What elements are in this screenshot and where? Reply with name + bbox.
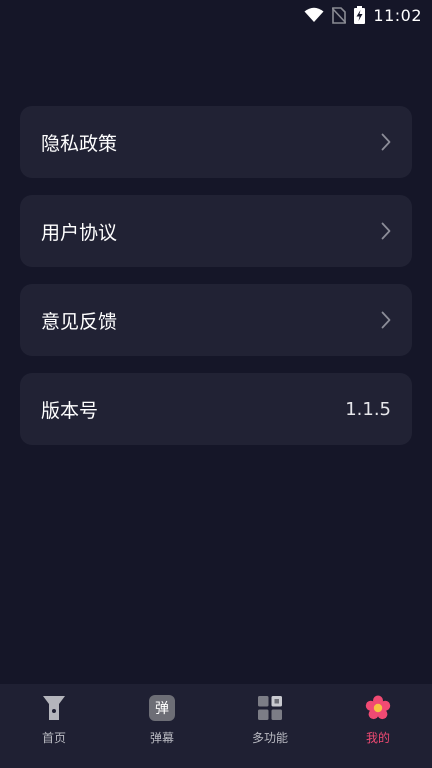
profile-screen: 11:02 隐私政策 用户协议 意见反馈 版本号 1.1.5 首页 弹 弹幕 多… bbox=[0, 0, 432, 768]
chevron-right-icon bbox=[381, 311, 391, 329]
version-value: 1.1.5 bbox=[345, 398, 391, 420]
menu-item-label: 用户协议 bbox=[41, 221, 118, 244]
feedback-item[interactable]: 意见反馈 bbox=[20, 284, 412, 356]
nav-label: 我的 bbox=[365, 731, 390, 745]
danmaku-glyph: 弹 bbox=[149, 695, 175, 721]
nav-mine[interactable]: 我的 bbox=[324, 694, 432, 746]
wifi-icon bbox=[304, 7, 324, 23]
no-sim-icon bbox=[332, 6, 347, 24]
privacy-policy-item[interactable]: 隐私政策 bbox=[20, 106, 412, 178]
nav-label: 首页 bbox=[41, 731, 66, 745]
version-label: 版本号 bbox=[41, 399, 99, 422]
grid-icon bbox=[256, 694, 284, 722]
nav-danmaku[interactable]: 弹 弹幕 bbox=[108, 694, 216, 746]
chevron-right-icon bbox=[381, 133, 391, 151]
flower-icon bbox=[364, 694, 392, 722]
bottom-nav: 首页 弹 弹幕 多功能 我的 bbox=[0, 684, 432, 768]
status-bar: 11:02 bbox=[0, 0, 432, 30]
chevron-right-icon bbox=[381, 222, 391, 240]
danmaku-icon: 弹 bbox=[148, 694, 176, 722]
flashlight-icon bbox=[40, 694, 68, 722]
nav-multifunction[interactable]: 多功能 bbox=[216, 694, 324, 746]
nav-label: 弹幕 bbox=[149, 731, 174, 745]
status-time: 11:02 bbox=[373, 5, 422, 25]
battery-charging-icon bbox=[354, 6, 366, 24]
settings-menu: 隐私政策 用户协议 意见反馈 版本号 1.1.5 bbox=[20, 106, 412, 462]
menu-item-label: 隐私政策 bbox=[41, 132, 118, 155]
version-item: 版本号 1.1.5 bbox=[20, 373, 412, 445]
menu-item-label: 意见反馈 bbox=[41, 310, 118, 333]
user-agreement-item[interactable]: 用户协议 bbox=[20, 195, 412, 267]
nav-label: 多功能 bbox=[251, 731, 288, 745]
nav-home[interactable]: 首页 bbox=[0, 694, 108, 746]
